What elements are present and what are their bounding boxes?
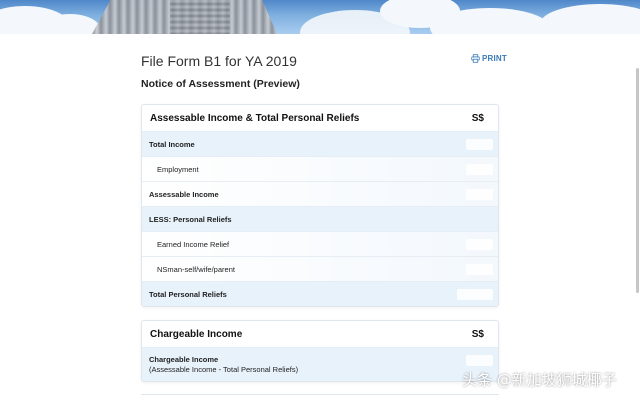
income-reliefs-card: Assessable Income & Total Personal Relie…	[141, 104, 499, 307]
page-title: File Form B1 for YA 2019	[141, 53, 297, 69]
chargeable-income-title: Chargeable Income	[149, 354, 219, 364]
card-header: Chargeable Income S$	[142, 321, 498, 347]
chargeable-income-card: Chargeable Income S$ Chargeable Income (…	[141, 320, 499, 382]
employment-label: Employment	[157, 164, 199, 174]
currency-label: S$	[471, 112, 484, 124]
scrollbar[interactable]	[636, 68, 639, 293]
currency-label: S$	[471, 328, 484, 340]
total-income-label: Total Income	[149, 139, 195, 149]
print-label: PRINT	[482, 54, 507, 63]
chargeable-income-formula: (Assessable Income - Total Personal Reli…	[149, 364, 299, 374]
print-button[interactable]: PRINT	[471, 54, 507, 63]
print-icon	[471, 54, 480, 63]
watermark: 头条 @新加坡狮城椰子	[462, 371, 617, 389]
less-personal-reliefs-label: LESS: Personal Reliefs	[149, 214, 232, 224]
total-income-value	[466, 139, 493, 150]
card-title: Assessable Income & Total Personal Relie…	[150, 112, 360, 124]
nsman-relief-label: NSman-self/wife/parent	[157, 264, 235, 274]
nsman-relief-value	[466, 264, 493, 275]
table-row: Assessable Income	[142, 181, 498, 206]
next-card-edge	[141, 394, 499, 400]
total-personal-reliefs-label: Total Personal Reliefs	[149, 289, 227, 299]
card-title: Chargeable Income	[150, 328, 243, 340]
card-header: Assessable Income & Total Personal Relie…	[142, 105, 498, 131]
table-row: NSman-self/wife/parent	[142, 256, 498, 281]
table-row: Total Personal Reliefs	[142, 281, 498, 306]
assessable-income-value	[466, 189, 493, 200]
assessable-income-label: Assessable Income	[149, 189, 219, 199]
total-personal-reliefs-value	[457, 289, 493, 300]
header-banner-image	[0, 0, 640, 34]
table-row: Chargeable Income (Assessable Income - T…	[142, 347, 498, 381]
table-row: Earned Income Relief	[142, 231, 498, 256]
table-row: Total Income	[142, 131, 498, 156]
table-row: Employment	[142, 156, 498, 181]
employment-value	[466, 164, 493, 175]
earned-income-relief-value	[466, 239, 493, 250]
earned-income-relief-label: Earned Income Relief	[157, 239, 230, 249]
chargeable-income-value	[466, 355, 493, 366]
table-row: LESS: Personal Reliefs	[142, 206, 498, 231]
notice-subtitle: Notice of Assessment (Preview)	[141, 78, 300, 90]
chargeable-income-label: Chargeable Income (Assessable Income - T…	[142, 355, 298, 375]
